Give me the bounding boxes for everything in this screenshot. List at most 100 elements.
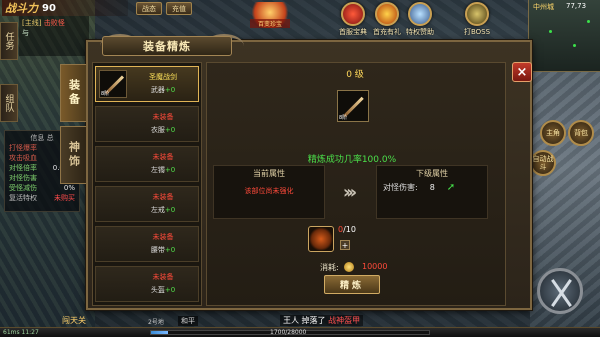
refine-stone-icon[interactable]	[308, 226, 334, 252]
next-attr-value: 8	[429, 183, 435, 192]
refine-level-label: 0 级	[346, 70, 364, 80]
event-banner-icon[interactable]: 百变珍宝	[250, 2, 290, 28]
equip-slot-name: 腰带+0	[130, 245, 196, 255]
chat-action: 掉落了	[301, 316, 326, 325]
equip-name: 未装备	[152, 193, 174, 201]
top-icon-label: 特权赞助	[406, 28, 434, 36]
stat-key: 对怪倍率	[9, 164, 37, 172]
success-rate-label: 精炼成功几率100.0%	[307, 155, 397, 165]
first-server-guide-icon[interactable]: 首服宝典	[338, 2, 368, 38]
quest-tracker[interactable]: [主线] 击败怪 与	[19, 16, 89, 56]
cost-value: 10000	[362, 262, 388, 271]
refine-level: +0	[164, 246, 176, 254]
next-attr-title: 下级属性	[416, 169, 448, 178]
equip-name: 未装备	[152, 113, 174, 121]
next-attr-name: 对怪伤害:	[383, 183, 418, 192]
refine-level: +0	[164, 126, 176, 134]
guild-tag: 闯天关	[62, 316, 86, 325]
chat-player-name: 王人	[283, 316, 299, 325]
stat-key: 打怪爆率	[9, 144, 37, 152]
equip-name: 圣魔战剑	[149, 73, 177, 81]
equip-slot-name: 头盔+0	[130, 285, 196, 295]
refine-level: +0	[164, 206, 176, 214]
bottom-status-bar: 61ms 11:27 1700/28000	[0, 327, 600, 337]
equip-name: 未装备	[152, 273, 174, 281]
battle-mode-button[interactable]: 战态	[136, 2, 162, 15]
experience-fill	[151, 331, 168, 334]
stat-value: 未购买	[54, 194, 75, 202]
combat-power-value: 90	[42, 2, 56, 14]
close-button[interactable]: ×	[512, 62, 532, 82]
boss-hunt-icon[interactable]: 打BOSS	[462, 2, 492, 38]
equip-item-left-bracelet[interactable]: 未装备 左镯+0	[95, 146, 199, 182]
tab-divine-ornament[interactable]: 神饰	[60, 126, 86, 184]
refine-level: +0	[164, 286, 176, 294]
next-attr-row: 对怪伤害: 8 ➚	[383, 182, 455, 193]
experience-text: 1700/28000	[270, 329, 307, 336]
double-chevron-icon: ›››	[342, 181, 357, 203]
refine-level: +0	[164, 166, 176, 174]
minimap-marker-icon	[573, 44, 576, 47]
stat-value: 0%	[63, 184, 75, 192]
selected-equip-slot[interactable]: 8阶	[337, 90, 369, 122]
privilege-sponsor-icon[interactable]: 特权赞助	[405, 2, 435, 38]
cost-label: 消耗:	[320, 263, 339, 272]
minimap-city: 中州城	[533, 3, 554, 11]
equip-item-weapon[interactable]: 8阶 圣魔战剑 武器+0	[95, 66, 199, 102]
material-need: /10	[343, 225, 356, 234]
current-attributes-box: 当前属性 该部位尚未强化	[213, 165, 325, 219]
slot-label: 武器	[150, 86, 165, 94]
ping-time: 61ms 11:27	[3, 329, 39, 336]
equip-item-helmet[interactable]: 未装备 头盔+0	[95, 266, 199, 302]
stat-row: 复活特权 未购买	[9, 193, 75, 203]
top-icon-label: 首充有礼	[373, 28, 401, 36]
equip-slot-name: 武器+0	[130, 85, 196, 95]
equip-item-left-ring[interactable]: 未装备 左戒+0	[95, 186, 199, 222]
quest-side-tab[interactable]: 任务	[0, 22, 18, 60]
pk-mode-tag[interactable]: 和平	[178, 316, 198, 326]
character-button[interactable]: 主角	[540, 120, 566, 146]
system-chat-line: 王人 掉落了 战神盔甲	[280, 315, 364, 326]
team-side-tab[interactable]: 组队	[0, 84, 18, 122]
equip-slot-name: 衣服+0	[130, 125, 196, 135]
up-arrow-icon: ➚	[446, 182, 456, 193]
gold-coin-icon	[344, 262, 354, 272]
first-recharge-gift-icon[interactable]: 首充有礼	[372, 2, 402, 38]
item-level-tag: 8阶	[101, 91, 110, 97]
equip-name: 未装备	[152, 233, 174, 241]
bag-button[interactable]: 背包	[568, 120, 594, 146]
stat-key: 攻击吸血	[9, 154, 37, 162]
gift-orb-icon	[375, 2, 399, 26]
equip-slot-name: 左戒+0	[130, 205, 196, 215]
refine-level: +0	[164, 86, 176, 94]
stat-key: 受怪减伤	[9, 184, 37, 192]
stat-row: 受怪减伤 0%	[9, 183, 75, 193]
minimap-marker-icon	[549, 30, 552, 33]
auto-battle-button[interactable]: 自动战斗	[530, 150, 556, 176]
tab-equipment[interactable]: 装备	[60, 64, 86, 122]
refine-button[interactable]: 精炼	[324, 275, 380, 294]
equip-slot-name: 左镯+0	[130, 165, 196, 175]
equip-name: 未装备	[152, 153, 174, 161]
recharge-button[interactable]: 充值	[166, 2, 192, 15]
quest-text: 击败怪	[43, 19, 65, 27]
privilege-orb-icon	[408, 2, 432, 26]
equip-item-belt[interactable]: 未装备 腰带+0	[95, 226, 199, 262]
slot-label: 衣服	[150, 126, 165, 134]
slot-label: 腰带	[150, 246, 165, 254]
stat-key: 复活特权	[9, 194, 37, 202]
minimap-marker-icon	[587, 20, 590, 23]
equipment-list: 8阶 圣魔战剑 武器+0 未装备 衣服+0 未装备 左镯+0 未装备 左戒+0 …	[92, 62, 202, 306]
boss-orb-icon	[465, 2, 489, 26]
slot-label: 左戒	[150, 206, 165, 214]
add-material-button[interactable]: +	[340, 240, 350, 250]
quest-tag: [主线]	[22, 19, 42, 27]
event-banner-label: 百变珍宝	[250, 19, 290, 28]
attack-button[interactable]	[537, 268, 583, 314]
equip-item-armor[interactable]: 未装备 衣服+0	[95, 106, 199, 142]
current-attr-text: 该部位尚未强化	[244, 187, 294, 195]
slot-label: 头盔	[150, 286, 165, 294]
quest-subtext: 与	[22, 29, 29, 37]
dialog-title: 装备精炼	[102, 36, 232, 56]
minimap[interactable]: 中州城 77,73	[528, 0, 600, 72]
